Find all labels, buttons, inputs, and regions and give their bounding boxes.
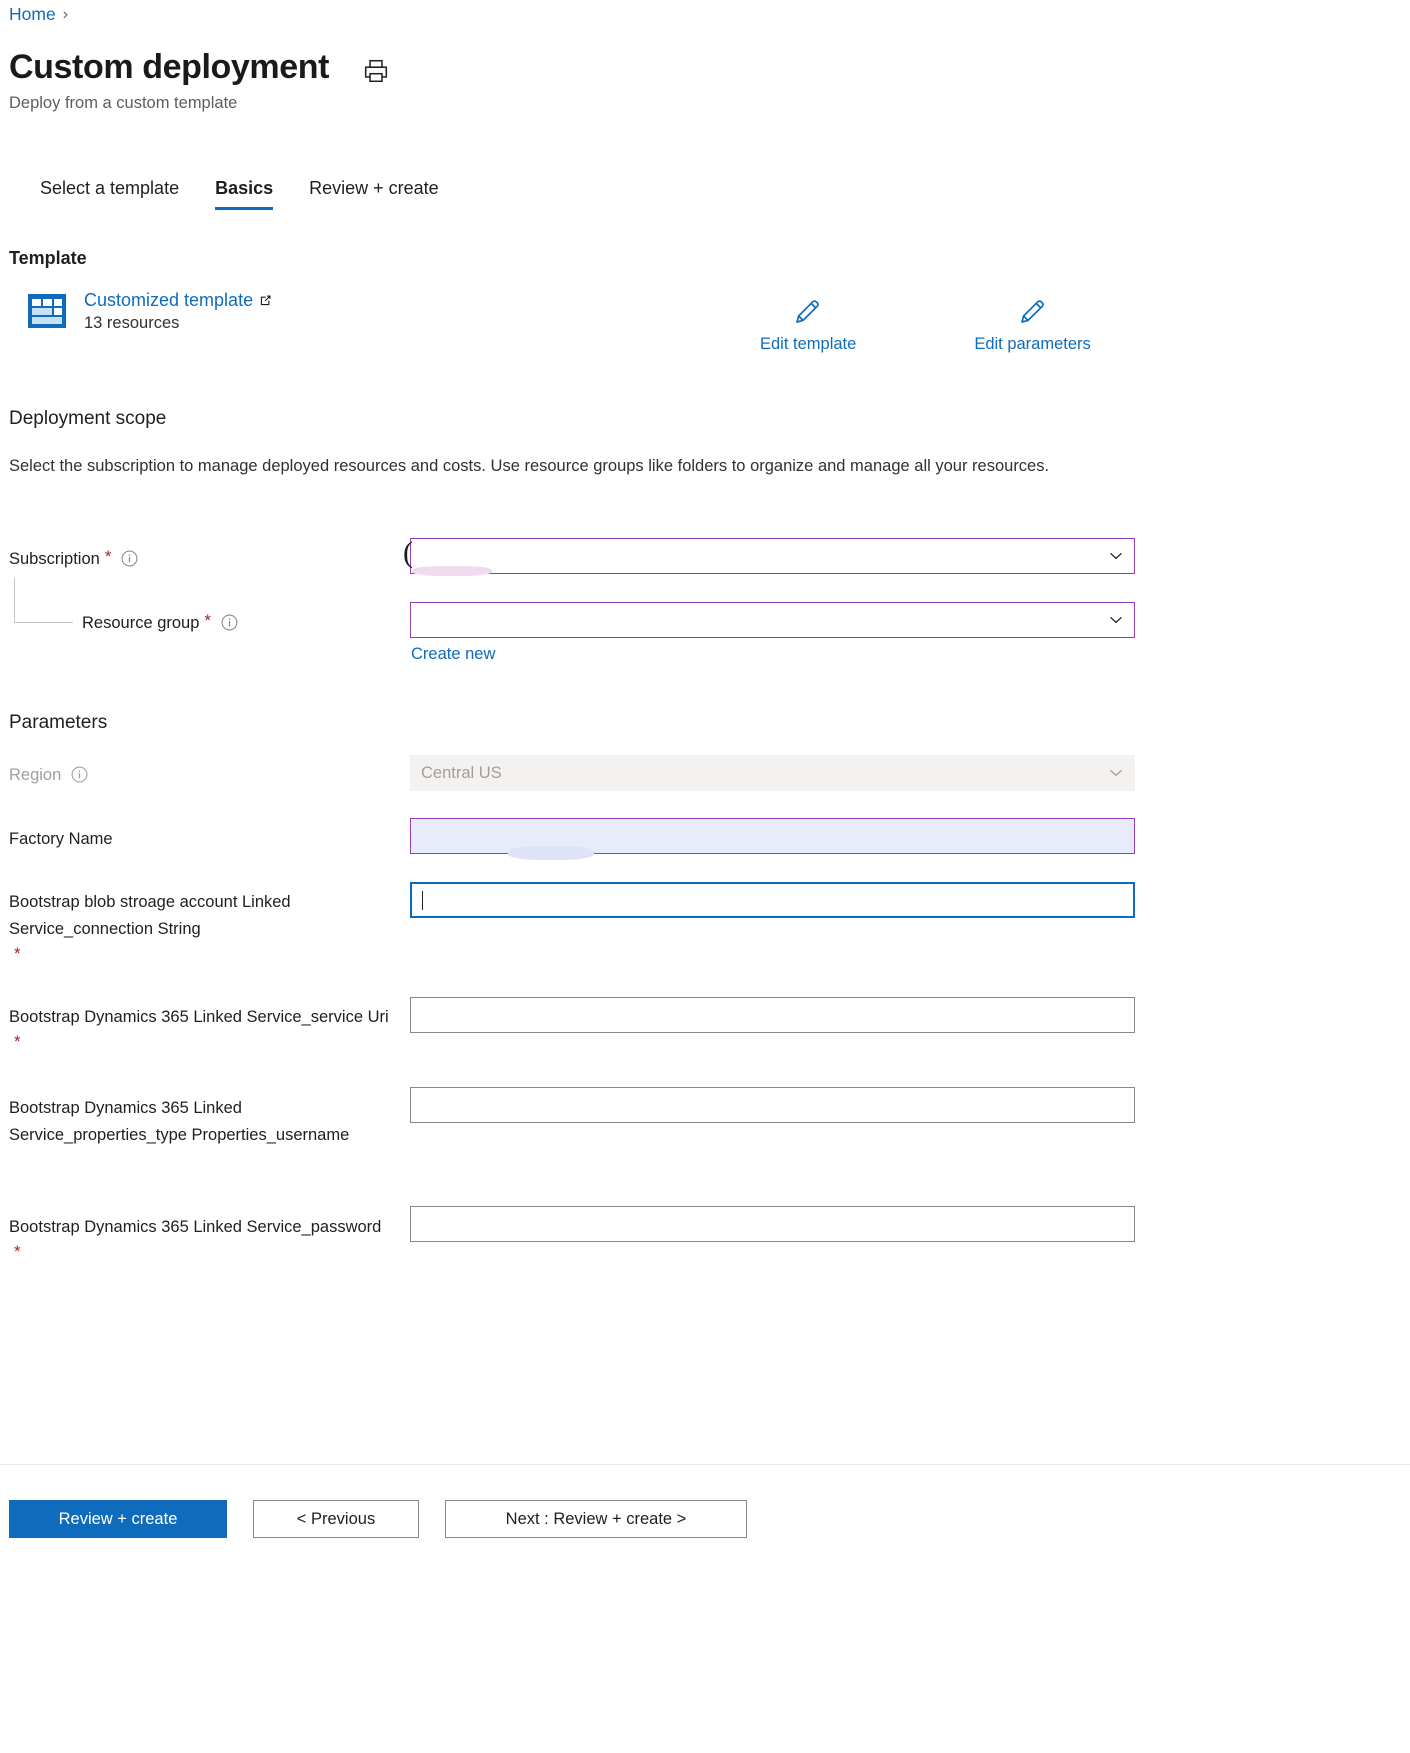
resource-group-label-group: Resource group * [82,610,238,637]
bootstrap-blob-storage-required-marker: * [14,944,21,963]
footer-button-group: Review + create < Previous Next : Review… [9,1500,747,1538]
template-section-heading: Template [9,248,87,268]
next-review-create-button[interactable]: Next : Review + create > [445,1500,747,1538]
bootstrap-dynamics-password-label: Bootstrap Dynamics 365 Linked Service_pa… [9,1218,382,1236]
tab-list: Select a template Basics Review + create [22,178,457,210]
page-title-row: Custom deployment [9,45,389,89]
custom-deployment-page: Home › Custom deployment Deploy from a c… [0,0,1410,1753]
info-icon[interactable] [121,550,138,567]
info-icon[interactable] [71,766,88,783]
edit-template-button[interactable]: Edit template [760,296,856,354]
edit-parameters-label: Edit parameters [974,335,1091,353]
bootstrap-dynamics-password-input[interactable] [410,1206,1135,1242]
region-label: Region [9,766,62,784]
print-icon[interactable] [363,58,389,84]
page-subtitle: Deploy from a custom template [9,94,238,112]
template-edit-actions: Edit template Edit parameters [760,296,1091,354]
info-icon[interactable] [221,614,238,631]
tab-select-a-template[interactable]: Select a template [22,178,197,210]
factory-name-input[interactable] [410,818,1135,854]
breadcrumb-separator-icon: › [62,5,69,23]
template-resource-count: 13 resources [84,314,180,332]
footer-bar: Review + create < Previous Next : Review… [0,1465,1410,1753]
edit-parameters-button[interactable]: Edit parameters [974,296,1091,354]
tab-basics[interactable]: Basics [197,178,291,210]
parameters-heading: Parameters [9,712,108,733]
deployment-scope-description: Select the subscription to manage deploy… [9,457,1050,475]
subscription-required-marker: * [104,547,112,566]
template-grid-icon [28,294,66,328]
deployment-scope-heading: Deployment scope [9,408,167,429]
resource-group-label: Resource group [82,614,200,632]
subscription-dropdown[interactable] [410,538,1135,574]
breadcrumb-home-link[interactable]: Home [9,4,56,25]
page-title: Custom deployment [9,48,330,86]
bootstrap-dynamics-username-label: Bootstrap Dynamics 365 Linked Service_pr… [9,1099,350,1144]
bootstrap-dynamics-password-label-group: Bootstrap Dynamics 365 Linked Service_pa… [9,1214,389,1263]
edit-template-label: Edit template [760,335,857,353]
previous-button[interactable]: < Previous [253,1500,419,1538]
bootstrap-dynamics-uri-input[interactable] [410,997,1135,1033]
create-new-resource-group-link[interactable]: Create new [411,645,495,664]
bootstrap-dynamics-password-required-marker: * [14,1242,21,1261]
factory-name-label: Factory Name [9,830,113,848]
resource-group-required-marker: * [204,611,212,630]
subscription-label-group: Subscription * [9,546,138,573]
region-label-group: Region [9,762,88,789]
bootstrap-dynamics-username-label-group: Bootstrap Dynamics 365 Linked Service_pr… [9,1095,389,1149]
pencil-icon [1020,300,1044,323]
resource-group-dropdown[interactable] [410,602,1135,638]
text-cursor [422,890,423,910]
bootstrap-dynamics-uri-label-group: Bootstrap Dynamics 365 Linked Service_se… [9,1004,389,1053]
region-value: Central US [421,763,502,782]
customized-template-label: Customized template [84,290,254,310]
subscription-label: Subscription [9,550,100,568]
template-summary: Customized template 13 resources [26,290,272,333]
bootstrap-blob-storage-label: Bootstrap blob stroage account Linked Se… [9,893,296,938]
pencil-icon [796,300,819,323]
factory-name-label-group: Factory Name [9,826,113,853]
bootstrap-dynamics-uri-required-marker: * [14,1032,21,1051]
review-create-button[interactable]: Review + create [9,1500,227,1538]
bootstrap-dynamics-uri-label: Bootstrap Dynamics 365 Linked Service_se… [9,1008,389,1026]
customized-template-link[interactable]: Customized template [84,290,272,311]
bootstrap-dynamics-username-input[interactable] [410,1087,1135,1123]
open-in-new-icon [260,295,271,306]
bootstrap-blob-storage-input[interactable] [410,882,1135,918]
bootstrap-blob-storage-label-group: Bootstrap blob stroage account Linked Se… [9,889,389,965]
chevron-down-icon [1110,769,1122,777]
subscription-redaction-glyph: ( [403,536,413,569]
region-dropdown: Central US [410,755,1135,791]
chevron-down-icon [1110,616,1122,624]
breadcrumb: Home › [9,4,68,25]
chevron-down-icon [1110,552,1122,560]
tab-review-create[interactable]: Review + create [291,178,457,210]
